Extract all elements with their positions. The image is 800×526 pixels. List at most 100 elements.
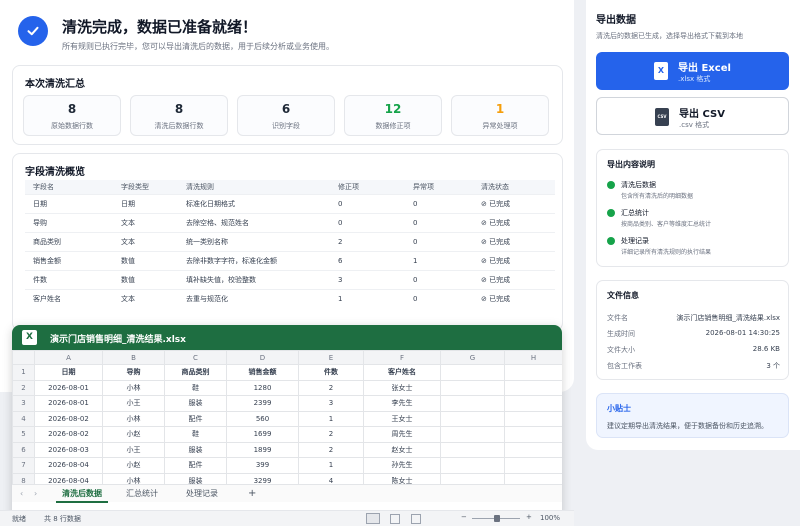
row-number[interactable]: 3 xyxy=(12,395,35,412)
sheet-tab-summary[interactable]: 汇总统计 xyxy=(126,485,158,503)
sheet-cell[interactable]: 日期 xyxy=(34,364,103,381)
row-number[interactable]: 4 xyxy=(12,410,35,427)
sheet-cell[interactable]: 销售金额 xyxy=(226,364,299,381)
sheet-cell[interactable]: 小赵 xyxy=(102,426,165,443)
sheet-cell[interactable]: 鞋 xyxy=(164,426,227,443)
row-number[interactable]: 2 xyxy=(12,379,35,396)
col-letter[interactable]: D xyxy=(226,350,299,365)
sheet-cell[interactable]: 2026-08-03 xyxy=(34,441,103,458)
sheet-cell[interactable]: 小王 xyxy=(102,395,165,412)
sheet-cell[interactable] xyxy=(440,410,505,427)
sheet-cell[interactable] xyxy=(504,395,562,412)
sheet-cell[interactable]: 2 xyxy=(298,441,364,458)
col-letter[interactable]: C xyxy=(164,350,227,365)
zoom-in-button[interactable]: + xyxy=(526,513,532,521)
add-sheet-button[interactable]: + xyxy=(248,485,256,503)
normal-view-icon[interactable] xyxy=(366,513,380,524)
sheet-tab-cleaned[interactable]: 清洗后数据 xyxy=(56,485,108,503)
col-letter[interactable]: B xyxy=(102,350,165,365)
sheet-cell[interactable] xyxy=(504,457,562,474)
sheet-cell[interactable] xyxy=(504,379,562,396)
cell: 导购 xyxy=(25,212,113,232)
sheet-cell[interactable]: 鞋 xyxy=(164,379,227,396)
sheet-cell[interactable]: 小王 xyxy=(102,441,165,458)
sheet-cell[interactable]: 2026-08-02 xyxy=(34,426,103,443)
sheet-cell[interactable]: 服装 xyxy=(164,441,227,458)
sheet-cell[interactable]: 3 xyxy=(298,395,364,412)
sheet-cell[interactable]: 399 xyxy=(226,457,299,474)
tip-title: 小贴士 xyxy=(607,404,631,413)
sheet-cell[interactable] xyxy=(440,426,505,443)
sheet-cell[interactable]: 服装 xyxy=(164,395,227,412)
sheet-cell[interactable]: 1 xyxy=(298,457,364,474)
sheet-cell[interactable] xyxy=(440,457,505,474)
sheet-cell[interactable]: 件数 xyxy=(298,364,364,381)
zoom-out-button[interactable]: − xyxy=(461,513,467,521)
zoom-slider-thumb[interactable] xyxy=(494,515,500,522)
sheet-cell[interactable]: 560 xyxy=(226,410,299,427)
sheet-cell[interactable] xyxy=(504,441,562,458)
sheet-cell[interactable]: 孙先生 xyxy=(363,457,441,474)
col-letter[interactable]: A xyxy=(34,350,103,365)
column-letters-row: A B C D E F G H xyxy=(12,350,562,365)
zoom-level: 100% xyxy=(540,514,561,522)
sheet-cell[interactable] xyxy=(440,395,505,412)
sheet-cell[interactable]: 2399 xyxy=(226,395,299,412)
sheet-cell[interactable]: 配件 xyxy=(164,410,227,427)
sheet-cell[interactable]: 王女士 xyxy=(363,410,441,427)
status-cell: ⊘ 已完成 xyxy=(473,269,555,289)
col-letter[interactable]: F xyxy=(363,350,441,365)
sheet-cell[interactable]: 2026-08-01 xyxy=(34,379,103,396)
sheet-cell[interactable]: 1280 xyxy=(226,379,299,396)
export-excel-label: 导出 Excel xyxy=(678,63,731,74)
col-letter[interactable]: G xyxy=(440,350,505,365)
sheet-cell[interactable]: 2 xyxy=(298,379,364,396)
sheet-cell[interactable]: 1699 xyxy=(226,426,299,443)
row-number[interactable]: 6 xyxy=(12,441,35,458)
sheet-cell[interactable]: 小赵 xyxy=(102,457,165,474)
sheet-cell[interactable] xyxy=(504,364,562,381)
sheet-cell[interactable]: 导购 xyxy=(102,364,165,381)
sheet-cell[interactable]: 2026-08-02 xyxy=(34,410,103,427)
status-text: 已完成 xyxy=(489,218,511,227)
sheet-tab-log[interactable]: 处理记录 xyxy=(186,485,218,503)
sheet-cell[interactable] xyxy=(504,410,562,427)
sheet-cell[interactable] xyxy=(440,364,505,381)
col-header: 异常项 xyxy=(405,180,473,194)
sheet-cell[interactable]: 配件 xyxy=(164,457,227,474)
table-row: 销售金额 数值 去除非数字字符，标准化金额 6 1 ⊘ 已完成 xyxy=(25,250,555,270)
prev-sheet-icon[interactable]: ‹ xyxy=(20,485,23,503)
sheet-cell[interactable]: 2 xyxy=(298,426,364,443)
sheet-cell[interactable]: 商品类别 xyxy=(164,364,227,381)
corner-cell[interactable] xyxy=(12,350,35,365)
row-number[interactable]: 5 xyxy=(12,426,35,443)
sheet-cell[interactable]: 小林 xyxy=(102,410,165,427)
sheet-cell[interactable]: 李先生 xyxy=(363,395,441,412)
sheet-cell[interactable]: 小林 xyxy=(102,379,165,396)
sheet-cell[interactable]: 1 xyxy=(298,410,364,427)
sheet-cell[interactable] xyxy=(440,441,505,458)
spreadsheet-grid[interactable]: A B C D E F G H 1 日期 导购 商品类别 销售金额 件数 客户姓… xyxy=(12,350,562,489)
sheet-cell[interactable]: 2026-08-01 xyxy=(34,395,103,412)
sheet-cell[interactable] xyxy=(440,379,505,396)
sheet-cell[interactable]: 1899 xyxy=(226,441,299,458)
col-letter[interactable]: E xyxy=(298,350,364,365)
sheet-cell[interactable]: 周先生 xyxy=(363,426,441,443)
next-sheet-icon[interactable]: › xyxy=(34,485,37,503)
row-number[interactable]: 1 xyxy=(12,364,35,381)
export-csv-button[interactable]: CSV 导出 CSV .csv 格式 xyxy=(596,97,789,135)
sheet-cell[interactable]: 张女士 xyxy=(363,379,441,396)
sheet-cell[interactable]: 赵女士 xyxy=(363,441,441,458)
export-content-card: 导出内容说明 清洗后数据 包含所有清洗后的明细数据 汇总统计 按商品类别、客户等… xyxy=(596,149,789,267)
sheet-cell[interactable]: 2026-08-04 xyxy=(34,457,103,474)
sheet-cell[interactable] xyxy=(504,426,562,443)
sheet-row: 2 2026-08-01 小林 鞋 1280 2 张女士 xyxy=(12,379,562,396)
row-number[interactable]: 7 xyxy=(12,457,35,474)
page-break-icon[interactable] xyxy=(411,514,421,524)
cell: 1 xyxy=(405,250,473,270)
export-excel-button[interactable]: X 导出 Excel .xlsx 格式 xyxy=(596,52,789,90)
sheet-cell[interactable]: 客户姓名 xyxy=(363,364,441,381)
col-letter[interactable]: H xyxy=(504,350,562,365)
page-layout-icon[interactable] xyxy=(390,514,400,524)
status-cell: ⊘ 已完成 xyxy=(473,231,555,251)
